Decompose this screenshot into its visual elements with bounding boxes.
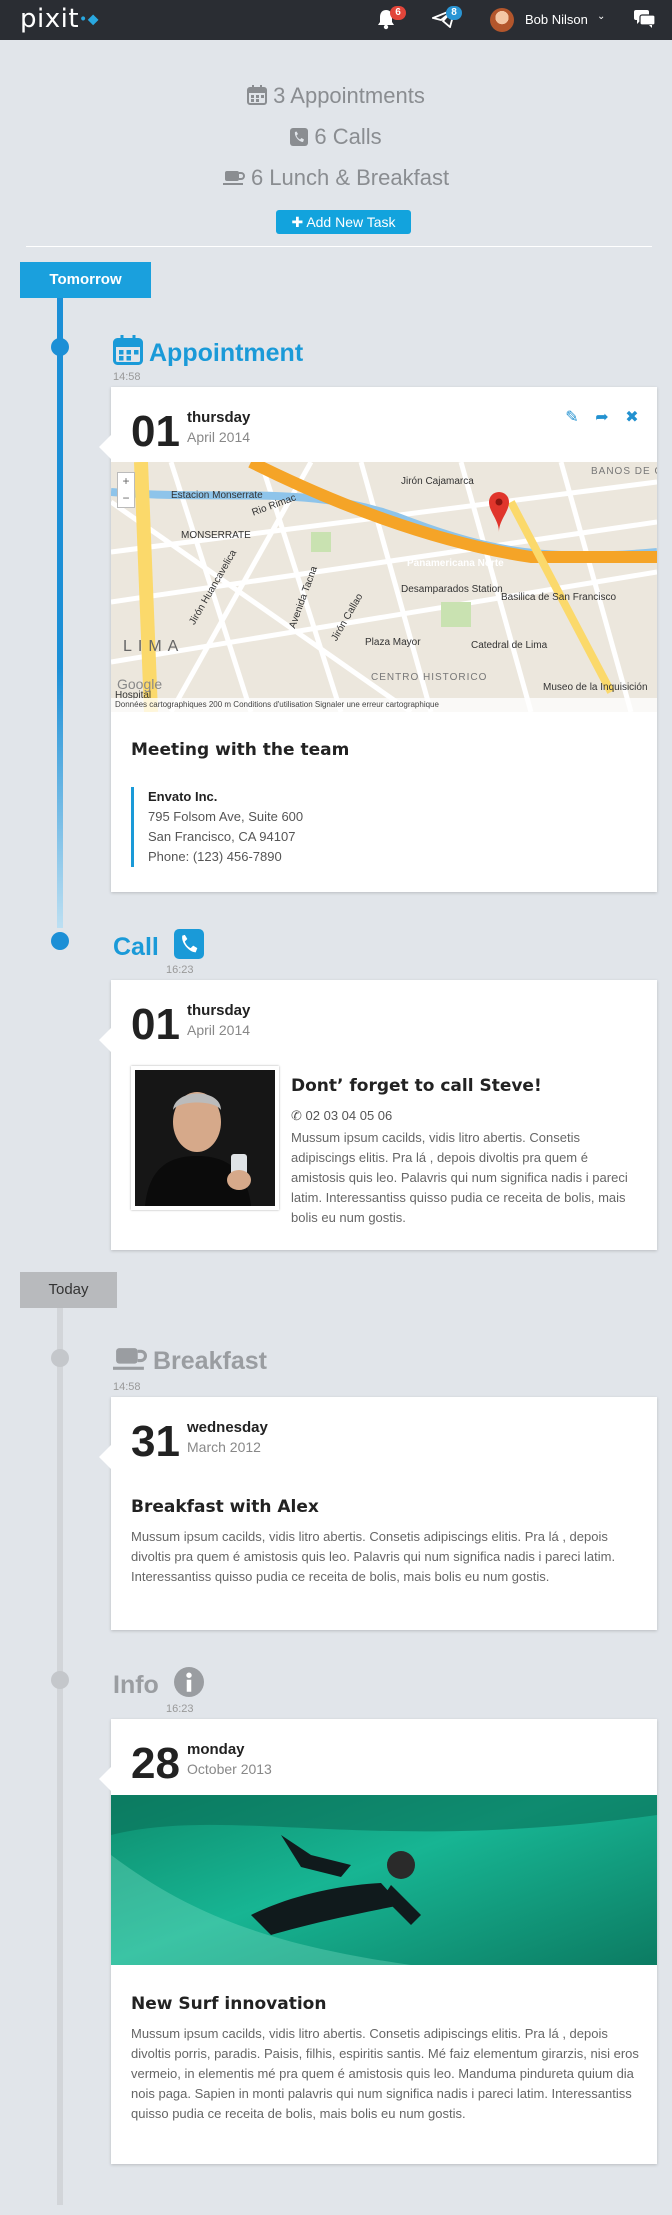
company-name: Envato Inc.: [148, 789, 218, 804]
calendar-icon: [113, 335, 143, 372]
date-weekday: thursday: [187, 409, 251, 426]
notifications-button[interactable]: 6: [376, 6, 406, 32]
timeline-line-today: [57, 1300, 63, 2205]
card-heading: Breakfast with Alex: [131, 1497, 319, 1517]
share-icon[interactable]: ➦: [593, 407, 611, 426]
add-new-task-button[interactable]: ✚ Add New Task: [276, 210, 411, 234]
date-month: October 2013: [187, 1761, 272, 1777]
appointment-card: 01 thursday April 2014 ✎ ➦ ✖ + − Estacion M…: [99, 387, 657, 892]
top-navbar: pixit•◆ 6 8 Bob Nilson ⌄: [0, 0, 672, 40]
timeline-dot: [51, 1349, 69, 1367]
card-heading: Dont’ forget to call Steve!: [291, 1076, 542, 1096]
chat-icon: [634, 10, 656, 28]
coffee-icon: [222, 162, 245, 198]
date-month: April 2014: [187, 429, 251, 445]
event-time: 16:23: [166, 1703, 194, 1715]
user-name[interactable]: Bob Nilson: [525, 12, 588, 27]
summary-appointments: 3 Appointments: [0, 78, 672, 119]
avatar[interactable]: [490, 8, 514, 32]
date-day: 01: [131, 407, 180, 456]
info-icon: [173, 1667, 204, 1704]
card-body: Mussum ipsum cacilds, vidis litro aberti…: [131, 2026, 639, 2121]
date-weekday: thursday: [187, 1002, 251, 1019]
location-map[interactable]: + − Estacion Monserrate MONSERRATE LIMA P…: [111, 462, 657, 712]
timeline-dot: [51, 338, 69, 356]
calendar-icon: [247, 80, 268, 116]
divider: [26, 246, 652, 247]
summary-calls: 6 Calls: [0, 119, 672, 160]
summary: 3 Appointments 6 Calls 6 Lunch & Breakfa…: [0, 78, 672, 201]
chat-button[interactable]: [634, 10, 658, 34]
phone-icon: [290, 121, 309, 157]
card-actions: ✎ ➦ ✖: [551, 407, 641, 427]
event-title-info: Info: [113, 1667, 204, 1704]
address-block: Envato Inc. 795 Folsom Ave, Suite 600 Sa…: [131, 787, 303, 867]
card-body: Mussum ipsum cacilds, vidis litro aberti…: [291, 1130, 628, 1225]
card-heading: Meeting with the team: [131, 740, 350, 760]
summary-lunch: 6 Lunch & Breakfast: [0, 160, 672, 201]
section-tag-tomorrow[interactable]: Tomorrow: [20, 262, 151, 298]
messages-button[interactable]: 8: [430, 6, 462, 32]
edit-icon[interactable]: ✎: [563, 407, 581, 426]
date-day: 28: [131, 1739, 180, 1788]
coffee-icon: [113, 1345, 147, 1380]
breakfast-card: 31 wednesday March 2012 Breakfast with A…: [99, 1397, 657, 1630]
logo[interactable]: pixit•◆: [20, 4, 99, 34]
contact-photo: [131, 1066, 279, 1210]
date-month: April 2014: [187, 1022, 251, 1038]
date-month: March 2012: [187, 1439, 261, 1455]
event-title-appointment: Appointment: [113, 335, 303, 372]
timeline-line-upcoming: [57, 278, 63, 928]
phone-icon: ✆: [291, 1108, 306, 1123]
map-credits: Données cartographiques 200 m Conditions…: [111, 698, 657, 712]
info-card: 28 monday October 2013 New Surf innovati…: [99, 1719, 657, 2164]
plus-icon: ✚: [291, 214, 307, 230]
event-title-breakfast: Breakfast: [113, 1345, 267, 1380]
date-weekday: wednesday: [187, 1419, 268, 1436]
event-time: 14:58: [113, 371, 141, 383]
phone-number[interactable]: ✆ 02 03 04 05 06: [291, 1108, 392, 1124]
date-day: 01: [131, 1000, 180, 1049]
timeline-dot: [51, 932, 69, 950]
address-line-1: 795 Folsom Ave, Suite 600: [148, 809, 304, 824]
date-weekday: monday: [187, 1741, 245, 1758]
timeline-dot: [51, 1671, 69, 1689]
messages-badge: 8: [446, 6, 462, 20]
event-time: 16:23: [166, 964, 194, 976]
card-body: Mussum ipsum cacilds, vidis litro aberti…: [131, 1529, 616, 1584]
phone-icon: [173, 929, 204, 966]
event-title-call: Call: [113, 929, 204, 966]
notifications-badge: 6: [390, 6, 406, 20]
call-card: 01 thursday April 2014 Dont’ forget to c…: [99, 980, 657, 1250]
section-tag-today[interactable]: Today: [20, 1272, 117, 1308]
close-icon[interactable]: ✖: [623, 407, 641, 426]
address-phone: Phone: (123) 456-7890: [148, 849, 282, 864]
address-line-2: San Francisco, CA 94107: [148, 829, 296, 844]
event-time: 14:58: [113, 1381, 141, 1393]
chevron-down-icon[interactable]: ⌄: [597, 11, 605, 22]
card-heading: New Surf innovation: [131, 1994, 327, 2014]
surf-image: [111, 1795, 657, 1965]
date-day: 31: [131, 1417, 180, 1466]
map-zoom-control[interactable]: + −: [117, 472, 135, 508]
